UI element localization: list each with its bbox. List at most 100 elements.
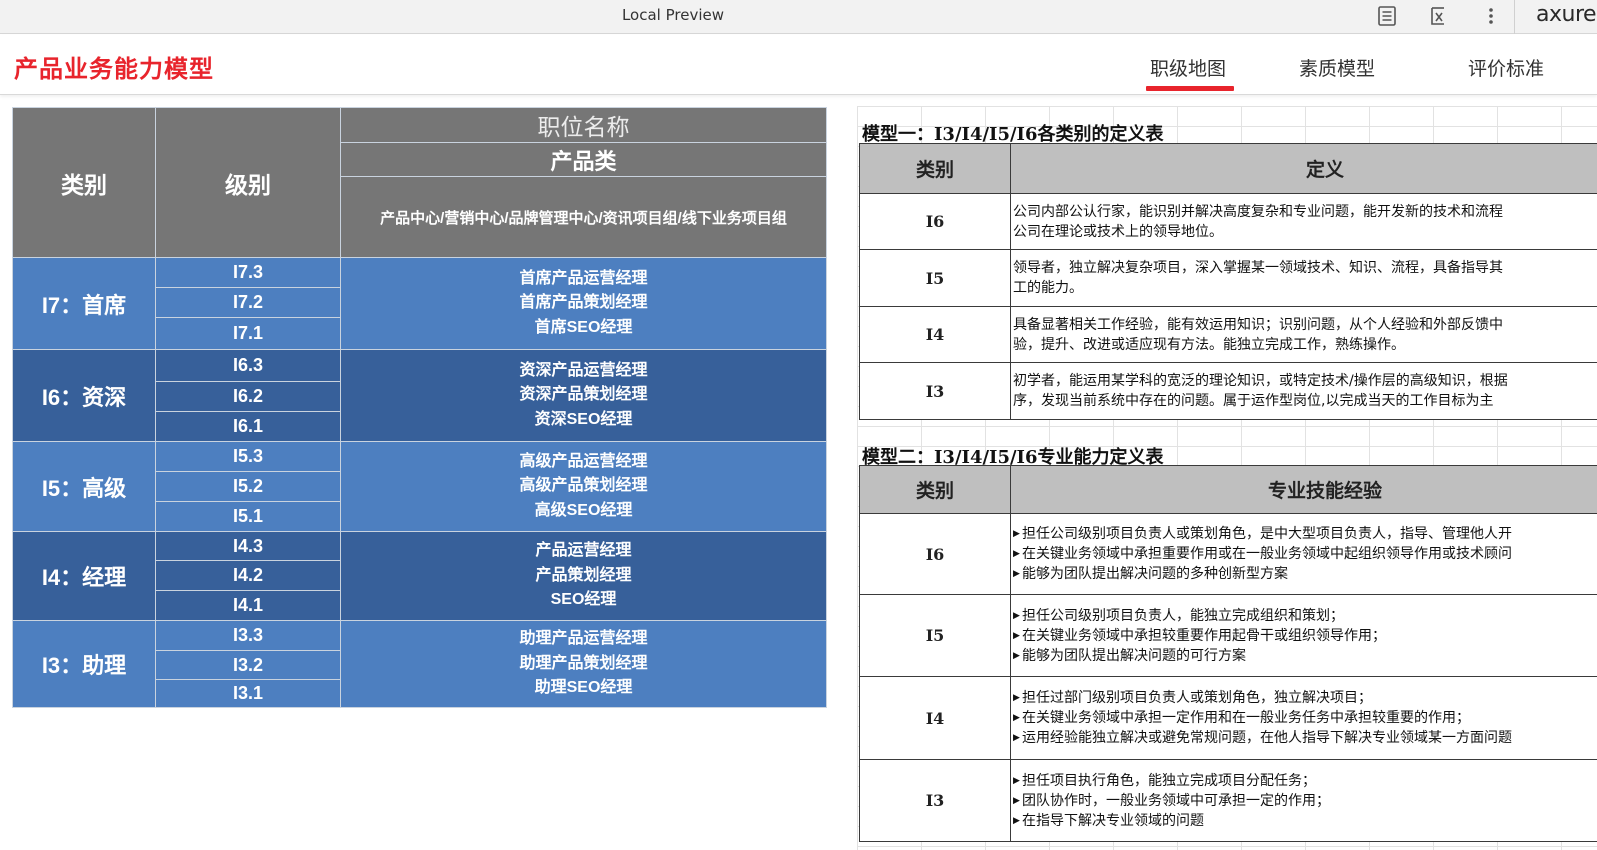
positions-cell: 助理产品运营经理 助理产品策划经理 助理SEO经理 xyxy=(340,620,827,708)
position-name: 产品策划经理 xyxy=(535,566,632,584)
header-category: 类别 xyxy=(12,107,156,258)
position-name: 高级产品策划经理 xyxy=(519,477,648,495)
level-cell: I5 xyxy=(859,594,1011,677)
level-cell: I3.2 xyxy=(155,650,341,680)
level-cell: I3.3 xyxy=(155,620,341,651)
group-i6: I6：资深 I6.3 资深产品运营经理 资深产品策划经理 资深SEO经理 I6.… xyxy=(12,349,827,442)
document-lines-icon[interactable] xyxy=(1376,5,1398,27)
skills-cell: 担任公司级别项目负责人或策划角色，是中大型项目负责人，指导、管理他人开 在关键业… xyxy=(1010,513,1597,595)
header-skills: 专业技能经验 xyxy=(1010,465,1597,514)
skill-line: 担任公司级别项目负责人，能独立完成组织和策划； xyxy=(1013,606,1597,626)
position-name: 助理产品策划经理 xyxy=(519,654,648,672)
definition-line: 领导者，独立解决复杂项目，深入掌握某一领域技术、知识、流程，具备指导其 xyxy=(1013,260,1503,276)
skill-line: 在指导下解决专业领域的问题 xyxy=(1013,811,1597,831)
skill-line: 在关键业务领域中承担较重要作用起骨干或组织领导作用； xyxy=(1013,626,1597,646)
header-definition: 定义 xyxy=(1010,143,1597,194)
level-cell: I5.2 xyxy=(155,471,341,502)
definition-cell: 具备显著相关工作经验，能有效运用知识；识别问题，从个人经验和外部反馈中 验，提升… xyxy=(1010,306,1597,363)
level-cell: I4 xyxy=(859,676,1011,760)
level-cell: I7.1 xyxy=(155,317,341,350)
skills-cell: 担任过部门级别项目负责人或策划角色，独立解决项目； 在关键业务领域中承担一定作用… xyxy=(1010,676,1597,760)
position-name: 高级SEO经理 xyxy=(534,501,633,519)
preview-toolbar: Local Preview axure xyxy=(0,0,1597,34)
level-cell: I4.1 xyxy=(155,590,341,621)
group-i3: I3：助理 I3.3 助理产品运营经理 助理产品策划经理 助理SEO经理 I3.… xyxy=(12,620,827,708)
position-name: 产品运营经理 xyxy=(535,542,632,560)
tab-evaluation-criteria[interactable]: 评价标准 xyxy=(1468,54,1544,81)
group-i7: I7：首席 I7.3 首席产品运营经理 首席产品策划经理 首席SEO经理 I7.… xyxy=(12,257,827,350)
skill-line: 能够为团队提出解决问题的多种创新型方案 xyxy=(1013,564,1597,584)
definition-line: 具备显著相关工作经验，能有效运用知识；识别问题，从个人经验和外部反馈中 xyxy=(1013,316,1503,333)
position-name: 资深SEO经理 xyxy=(534,410,633,428)
skill-line: 团队协作时，一般业务领域中可承担一定的作用； xyxy=(1013,791,1597,811)
level-cell: I4 xyxy=(859,306,1011,363)
tab-competency-model[interactable]: 素质模型 xyxy=(1299,54,1375,81)
spreadsheet-panel: 模型一：I3/I4/I5/I6各类别的定义表 类别 定义 I6 公司内部公认行家… xyxy=(857,106,1597,850)
positions-cell: 资深产品运营经理 资深产品策划经理 资深SEO经理 xyxy=(340,349,827,442)
level-cell: I7.2 xyxy=(155,287,341,318)
toolbar-divider xyxy=(1514,0,1515,34)
skills-cell: 担任公司级别项目负责人，能独立完成组织和策划； 在关键业务领域中承担较重要作用起… xyxy=(1010,594,1597,677)
level-cell: I5 xyxy=(859,249,1011,307)
definition-line: 序，发现当前系统中存在的问题。属于运作型岗位,以完成当天的工作目标为主 xyxy=(1013,393,1494,409)
more-vertical-icon[interactable] xyxy=(1480,5,1502,27)
header-job-title: 职位名称 xyxy=(340,107,827,143)
skill-line: 担任项目执行角色，能独立完成项目分配任务； xyxy=(1013,771,1597,791)
group-i5: I5：高级 I5.3 高级产品运营经理 高级产品策划经理 高级SEO经理 I5.… xyxy=(12,441,827,532)
position-name: 首席产品策划经理 xyxy=(519,294,648,312)
category-cell: I7：首席 xyxy=(12,257,156,350)
level-cell: I6.1 xyxy=(155,411,341,442)
formula-icon[interactable] xyxy=(1427,5,1449,27)
position-name: 高级产品运营经理 xyxy=(519,452,648,470)
positions-cell: 首席产品运营经理 首席产品策划经理 首席SEO经理 xyxy=(340,257,827,350)
category-cell: I5：高级 xyxy=(12,441,156,532)
level-cell: I4.3 xyxy=(155,531,341,561)
position-name: SEO经理 xyxy=(550,591,617,609)
level-cell: I5.1 xyxy=(155,501,341,532)
skill-line: 能够为团队提出解决问题的可行方案 xyxy=(1013,646,1597,666)
level-cell: I3.1 xyxy=(155,679,341,708)
level-cell: I3 xyxy=(859,362,1011,420)
level-cell: I4.2 xyxy=(155,560,341,591)
model2-skills-table: 类别 专业技能经验 I6 担任公司级别项目负责人或策划角色，是中大型项目负责人，… xyxy=(859,465,1597,842)
header-category: 类别 xyxy=(859,465,1011,514)
level-cell: I3 xyxy=(859,759,1011,842)
positions-cell: 产品运营经理 产品策划经理 SEO经理 xyxy=(340,531,827,621)
definition-cell: 领导者，独立解决复杂项目，深入掌握某一领域技术、知识、流程，具备指导其 工的能力… xyxy=(1010,249,1597,307)
skill-line: 担任过部门级别项目负责人或策划角色，独立解决项目； xyxy=(1013,688,1597,708)
tab-level-map[interactable]: 职级地图 xyxy=(1145,54,1235,91)
category-cell: I3：助理 xyxy=(12,620,156,708)
skill-line: 担任公司级别项目负责人或策划角色，是中大型项目负责人，指导、管理他人开 xyxy=(1013,524,1597,544)
position-name: 助理产品运营经理 xyxy=(519,630,648,648)
skill-line: 在关键业务领域中承担一定作用和在一般业务任务中承担较重要的作用； xyxy=(1013,708,1597,728)
level-cell: I6.3 xyxy=(155,349,341,382)
position-name: 首席SEO经理 xyxy=(534,318,633,336)
header-category: 类别 xyxy=(859,143,1011,194)
category-cell: I6：资深 xyxy=(12,349,156,442)
definition-line: 初学者，能运用某学科的宽泛的理论知识，或特定技术/操作层的高级知识，根据 xyxy=(1013,373,1508,389)
page-header: 产品业务能力模型 职级地图 素质模型 评价标准 xyxy=(0,35,1597,95)
position-name: 首席产品运营经理 xyxy=(519,269,648,287)
header-departments: 产品中心/营销中心/品牌管理中心/资讯项目组/线下业务项目组 xyxy=(340,176,827,258)
category-cell: I4：经理 xyxy=(12,531,156,621)
skill-line: 运用经验能独立解决或避免常规问题，在他人指导下解决专业领域某一方面问题 xyxy=(1013,728,1597,748)
definition-line: 公司在理论或技术上的领导地位。 xyxy=(1013,223,1223,240)
brand-logo[interactable]: axure xyxy=(1536,0,1597,30)
position-name: 助理SEO经理 xyxy=(534,679,633,697)
position-name: 资深产品运营经理 xyxy=(519,361,648,379)
skill-line: 在关键业务领域中承担重要作用或在一般业务领域中起组织领导作用或技术顾问 xyxy=(1013,544,1597,564)
position-name: 资深产品策划经理 xyxy=(519,386,648,404)
definition-line: 公司内部公认行家，能识别并解决高度复杂和专业问题，能开发新的技术和流程 xyxy=(1013,203,1503,220)
header-level: 级别 xyxy=(155,107,341,258)
group-i4: I4：经理 I4.3 产品运营经理 产品策划经理 SEO经理 I4.2 I4.1 xyxy=(12,531,827,621)
level-cell: I6 xyxy=(859,193,1011,250)
positions-cell: 高级产品运营经理 高级产品策划经理 高级SEO经理 xyxy=(340,441,827,532)
model1-definition-table: 类别 定义 I6 公司内部公认行家，能识别并解决高度复杂和专业问题，能开发新的技… xyxy=(859,143,1597,420)
header-product-category: 产品类 xyxy=(340,142,827,177)
page-title: 产品业务能力模型 xyxy=(14,55,214,83)
level-map-table: 类别 级别 职位名称 产品类 产品中心/营销中心/品牌管理中心/资讯项目组/线下… xyxy=(12,107,827,708)
definition-line: 验，提升、改进或适应现有方法。能独立完成工作，熟练操作。 xyxy=(1013,336,1405,353)
definition-cell: 公司内部公认行家，能识别并解决高度复杂和专业问题，能开发新的技术和流程 公司在理… xyxy=(1010,193,1597,250)
level-cell: I5.3 xyxy=(155,441,341,472)
definition-line: 工的能力。 xyxy=(1013,280,1083,296)
